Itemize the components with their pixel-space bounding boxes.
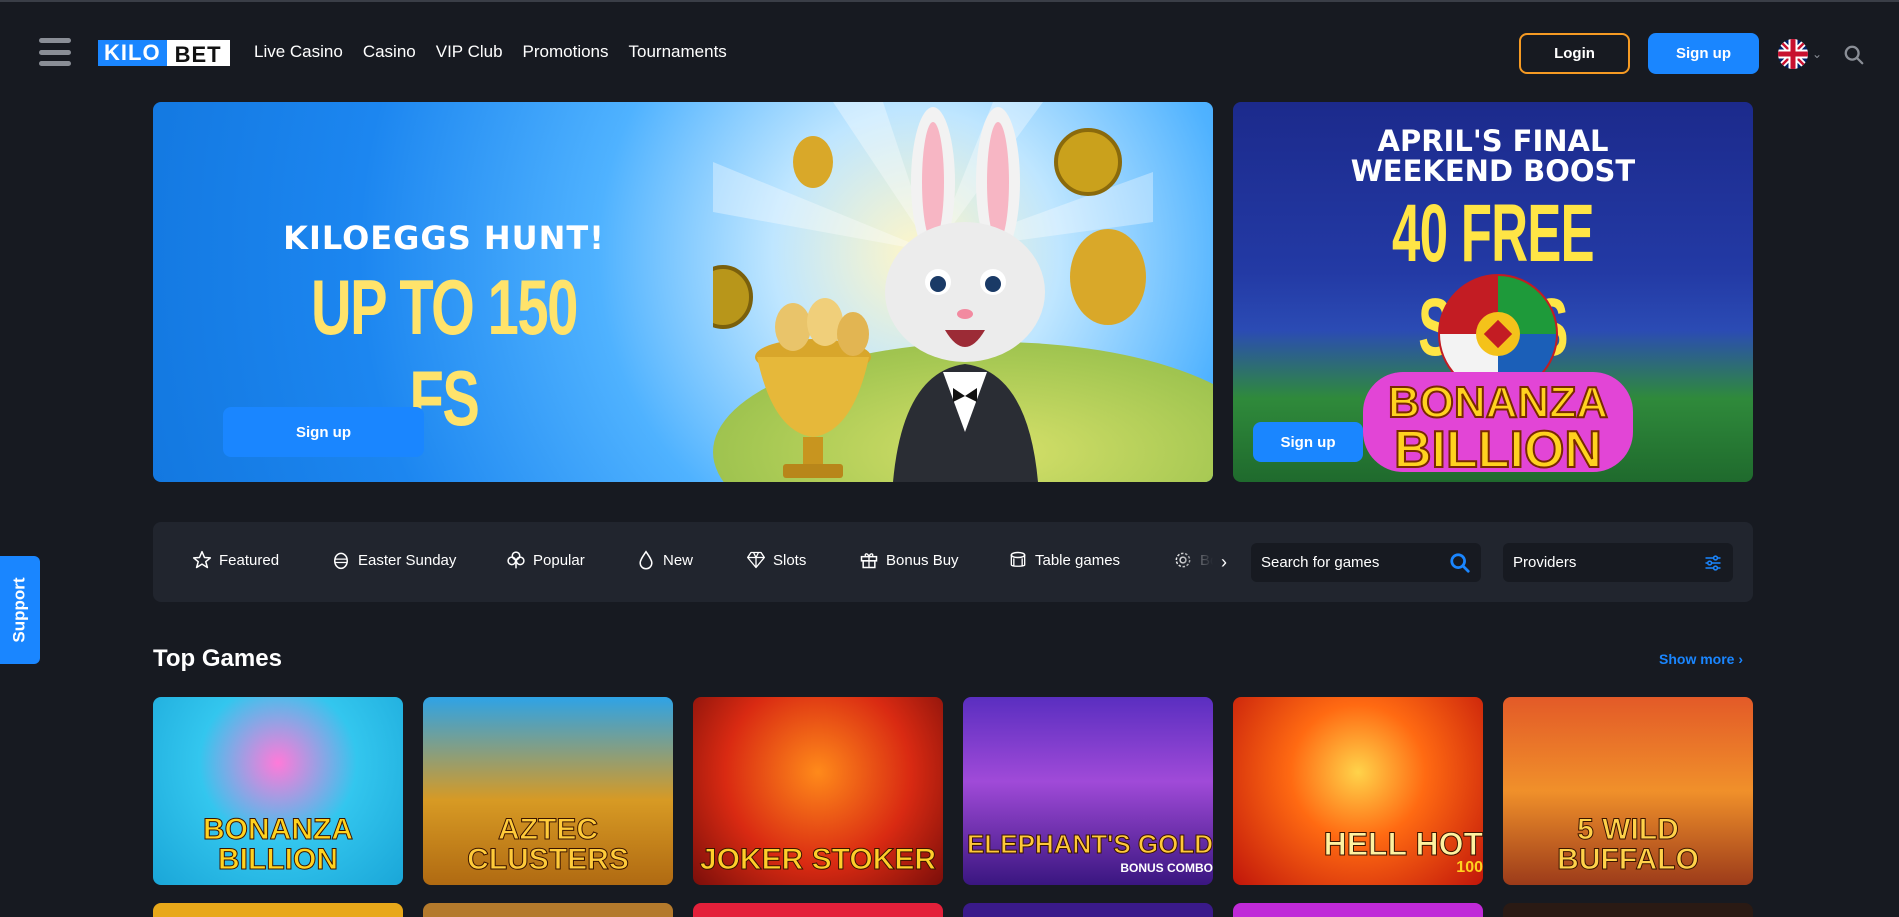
banner-side-title-line2: WEEKEND BOOST xyxy=(1350,154,1636,188)
game-title: BONANZA BILLION xyxy=(203,813,354,876)
login-button[interactable]: Login xyxy=(1519,33,1630,74)
category-label: Slots xyxy=(773,551,807,569)
game-tile-row2[interactable] xyxy=(423,903,673,917)
signup-button[interactable]: Sign up xyxy=(1648,33,1759,74)
logo-bet: BET xyxy=(166,40,230,67)
game-tile-bonanza-billion[interactable]: BONANZA BILLION xyxy=(153,697,403,885)
banner-side-title: APRIL'S FINAL WEEKEND BOOST xyxy=(1233,126,1753,186)
gift-icon xyxy=(860,553,878,569)
category-label: Popular xyxy=(533,551,585,569)
search-games-input[interactable] xyxy=(1261,554,1441,571)
category-new[interactable]: New xyxy=(636,550,693,570)
category-label: New xyxy=(663,551,694,569)
chevron-right-icon[interactable]: › xyxy=(1221,552,1227,573)
game-title: AZTEC CLUSTERS xyxy=(467,813,630,876)
kilobet-logo[interactable]: KILO BET xyxy=(98,40,230,67)
bonanza-billion-logo: BONANZA BILLION xyxy=(1363,274,1633,480)
filter-sliders-icon xyxy=(1705,554,1721,571)
game-tile-joker-stoker[interactable]: JOKER STOKER xyxy=(693,697,943,885)
game-search-field[interactable] xyxy=(1251,543,1481,582)
game-title: JOKER STOKER xyxy=(699,843,937,876)
search-icon[interactable] xyxy=(1449,552,1471,574)
category-popular[interactable]: Popular xyxy=(506,550,585,570)
category-label: Table games xyxy=(1035,551,1121,569)
game-title: 5 WILD BUFFALO xyxy=(1557,813,1700,876)
game-tile-aztec-clusters[interactable]: AZTEC CLUSTERS xyxy=(423,697,673,885)
game-tile-row2[interactable] xyxy=(1503,903,1753,917)
game-title: ELEPHANT'S GOLD xyxy=(967,829,1213,860)
nav-live-casino[interactable]: Live Casino xyxy=(254,42,343,62)
nav-tournaments[interactable]: Tournaments xyxy=(629,42,727,62)
game-tile-hell-hot[interactable]: HELL HOT 100 xyxy=(1233,697,1483,885)
banner-side-title-line1: APRIL'S FINAL xyxy=(1377,124,1609,158)
banner-main-title: KILOEGGS HUNT! xyxy=(283,219,605,257)
nav-promotions[interactable]: Promotions xyxy=(523,42,609,62)
svg-text:BILLION: BILLION xyxy=(1394,421,1602,479)
diamond-icon xyxy=(747,551,765,569)
banner-main-signup-button[interactable]: Sign up xyxy=(223,407,424,457)
category-label: Easter Sunday xyxy=(358,551,457,569)
game-tile-row2[interactable] xyxy=(1233,903,1483,917)
star-icon xyxy=(192,550,212,569)
show-more-link[interactable]: Show more › xyxy=(1659,651,1743,667)
game-tile-elephants-gold[interactable]: ELEPHANT'S GOLD BONUS COMBO xyxy=(963,697,1213,885)
category-fade-overlay xyxy=(1173,532,1223,592)
category-label: Bonus Buy xyxy=(886,551,959,569)
game-tile-5-wild-buffalo[interactable]: 5 WILD BUFFALO xyxy=(1503,697,1753,885)
language-selector[interactable]: ⌄ xyxy=(1778,39,1826,69)
drop-icon xyxy=(639,550,653,570)
game-sublabel: 100 xyxy=(1456,859,1483,876)
uk-flag-icon xyxy=(1778,39,1808,69)
game-sublabel: BONUS COMBO xyxy=(1120,861,1213,875)
top-games-heading: Top Games xyxy=(153,645,282,672)
chevron-down-icon: ⌄ xyxy=(1812,47,1823,61)
game-tile-row2[interactable] xyxy=(693,903,943,917)
game-category-bar: Featured Easter Sunday Popular New Slots… xyxy=(153,522,1753,602)
menu-icon[interactable] xyxy=(39,38,71,66)
category-bonus-buy[interactable]: Bonus Buy xyxy=(859,550,959,570)
nav-vip-club[interactable]: VIP Club xyxy=(436,42,503,62)
clover-icon xyxy=(507,551,525,569)
site-header: KILO BET Live Casino Casino VIP Club Pro… xyxy=(0,2,1899,100)
category-easter-sunday[interactable]: Easter Sunday xyxy=(331,550,456,570)
main-nav: Live Casino Casino VIP Club Promotions T… xyxy=(254,42,727,62)
game-tile-row2[interactable] xyxy=(963,903,1213,917)
egg-icon xyxy=(334,552,348,570)
providers-label: Providers xyxy=(1513,554,1577,571)
promo-banner-kiloeggs[interactable]: KILOEGGS HUNT! UP TO 150 FS Sign up xyxy=(153,102,1213,482)
support-label: Support xyxy=(10,577,29,643)
category-table-games[interactable]: Table games xyxy=(1008,550,1120,570)
providers-filter[interactable]: Providers xyxy=(1503,543,1733,582)
category-label: Featured xyxy=(219,551,280,569)
svg-text:BONANZA: BONANZA xyxy=(1388,378,1608,427)
banner-side-signup-button[interactable]: Sign up xyxy=(1253,422,1363,462)
support-tab[interactable]: Support xyxy=(0,556,40,664)
show-more-label: Show more xyxy=(1659,651,1735,667)
promo-banner-free-spins[interactable]: APRIL'S FINAL WEEKEND BOOST 40 FREE SPIN… xyxy=(1233,102,1753,482)
cards-icon xyxy=(1010,551,1026,567)
search-icon[interactable] xyxy=(1843,44,1865,66)
nav-casino[interactable]: Casino xyxy=(363,42,416,62)
game-title: HELL HOT xyxy=(1323,826,1483,862)
logo-kilo: KILO xyxy=(98,40,167,66)
game-tile-row2[interactable] xyxy=(153,903,403,917)
category-slots[interactable]: Slots xyxy=(746,550,806,570)
category-featured[interactable]: Featured xyxy=(192,550,279,570)
bunny-illustration xyxy=(713,102,1153,482)
